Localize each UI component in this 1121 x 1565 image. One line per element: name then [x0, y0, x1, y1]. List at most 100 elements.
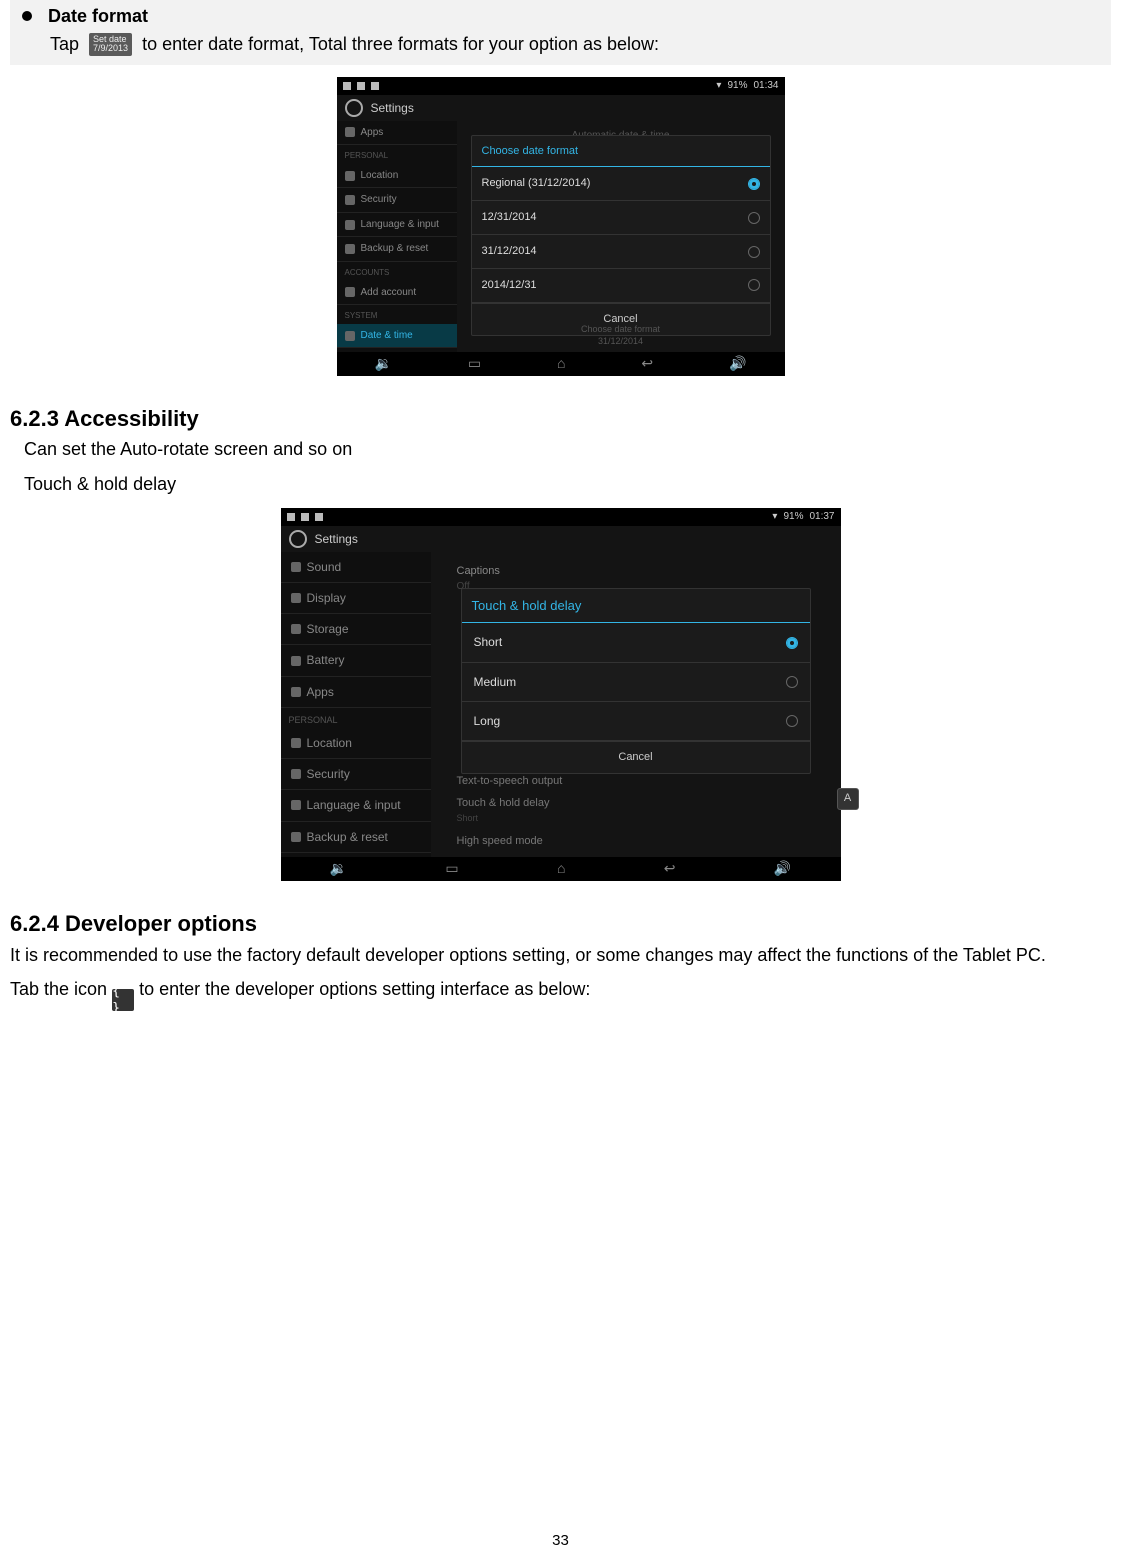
- language-icon: [291, 800, 301, 810]
- clock: 01:37: [809, 510, 834, 524]
- recent-icon[interactable]: ▭: [468, 354, 481, 373]
- dialog-cancel-button[interactable]: Cancel: [462, 741, 810, 773]
- tap-suffix: to enter date format, Total three format…: [142, 32, 659, 56]
- sidebar-header-personal: PERSONAL: [337, 145, 457, 164]
- dialog-option[interactable]: Long: [462, 702, 810, 741]
- radio-icon: [748, 178, 760, 190]
- text-624-1: It is recommended to use the factory def…: [10, 943, 1111, 967]
- sidebar-item-storage[interactable]: Storage: [281, 614, 431, 645]
- tts-row[interactable]: Text-to-speech output: [457, 770, 831, 793]
- settings-main: Captions Off Touch & hold delay Short Me…: [431, 552, 841, 857]
- status-icon: [343, 82, 351, 90]
- back-icon[interactable]: ↩: [641, 354, 653, 373]
- heading-624: 6.2.4 Developer options: [10, 909, 1111, 939]
- sidebar-header-accounts: ACCOUNTS: [337, 262, 457, 281]
- dialog-option[interactable]: 12/31/2014: [472, 201, 770, 235]
- dialog-option[interactable]: 2014/12/31: [472, 269, 770, 303]
- below-dialog-text: Choose date format 31/12/2014: [457, 323, 785, 347]
- high-speed-row[interactable]: High speed mode: [457, 830, 831, 853]
- sidebar-item-language[interactable]: Language & input: [337, 213, 457, 238]
- text-623-1: Can set the Auto-rotate screen and so on: [10, 437, 1111, 461]
- sidebar-header-personal: PERSONAL: [281, 708, 431, 728]
- display-icon: [291, 593, 301, 603]
- sidebar-item-sound[interactable]: Sound: [281, 552, 431, 583]
- section-title: Date format: [48, 4, 148, 28]
- lock-icon: [291, 769, 301, 779]
- vol-down-icon[interactable]: 🔉: [374, 354, 391, 373]
- main-below: Text-to-speech output Touch & hold delay…: [457, 770, 831, 853]
- settings-main: Automatic date & time Choose date format…: [457, 121, 785, 352]
- recent-icon[interactable]: ▭: [445, 859, 458, 878]
- status-icon: [357, 82, 365, 90]
- dialog-title: Touch & hold delay: [462, 589, 810, 624]
- sidebar-item-backup[interactable]: Backup & reset: [337, 237, 457, 262]
- date-format-dialog: Choose date format Regional (31/12/2014)…: [471, 135, 771, 336]
- sidebar-item-apps[interactable]: Apps: [281, 677, 431, 708]
- sidebar-item-location[interactable]: Location: [337, 164, 457, 189]
- wifi-icon: ▾: [716, 79, 721, 93]
- gear-icon: [289, 530, 307, 548]
- storage-icon: [291, 624, 301, 634]
- speaker-icon: [291, 562, 301, 572]
- braces-icon: { }: [112, 989, 134, 1011]
- battery-icon: [291, 656, 301, 666]
- sidebar-header-accounts: ACCOUNTS: [281, 853, 431, 857]
- sidebar-item-accessibility[interactable]: Accessibility: [337, 348, 457, 351]
- clock-icon: [345, 331, 355, 341]
- sidebar-item-apps[interactable]: Apps: [337, 121, 457, 146]
- sidebar-item-battery[interactable]: Battery: [281, 645, 431, 676]
- radio-icon: [786, 676, 798, 688]
- tap-prefix: Tap: [50, 32, 79, 56]
- app-title: Settings: [315, 531, 358, 547]
- status-bar: ▾ 91% 01:34: [337, 77, 785, 95]
- battery-pct: 91%: [727, 79, 747, 93]
- touch-hold-row[interactable]: Touch & hold delay Short: [457, 792, 831, 830]
- sidebar-item-datetime[interactable]: Date & time: [337, 324, 457, 349]
- status-icon: [371, 82, 379, 90]
- location-icon: [345, 171, 355, 181]
- language-icon: [345, 220, 355, 230]
- sidebar-item-language[interactable]: Language & input: [281, 790, 431, 821]
- location-icon: [291, 738, 301, 748]
- battery-pct: 91%: [783, 510, 803, 524]
- text-624-2: Tab the icon { } to enter the developer …: [10, 977, 1111, 1012]
- home-icon[interactable]: ⌂: [557, 859, 565, 878]
- sidebar-item-display[interactable]: Display: [281, 583, 431, 614]
- sidebar-item-security[interactable]: Security: [281, 759, 431, 790]
- vol-down-icon[interactable]: 🔉: [330, 859, 347, 878]
- plus-icon: [345, 287, 355, 297]
- sidebar-item-location[interactable]: Location: [281, 728, 431, 759]
- status-bar: ▾ 91% 01:37: [281, 508, 841, 526]
- dialog-option[interactable]: 31/12/2014: [472, 235, 770, 269]
- back-icon[interactable]: ↩: [664, 859, 676, 878]
- radio-icon: [748, 246, 760, 258]
- sidebar-item-backup[interactable]: Backup & reset: [281, 822, 431, 853]
- sidebar-item-add-account[interactable]: Add account: [337, 281, 457, 306]
- sidebar-item-security[interactable]: Security: [337, 188, 457, 213]
- nav-bar: 🔉 ▭ ⌂ ↩ 🔊: [281, 857, 841, 881]
- dialog-option[interactable]: Medium: [462, 663, 810, 702]
- page-number: 33: [0, 1531, 1121, 1551]
- nav-bar: 🔉 ▭ ⌂ ↩ 🔊: [337, 352, 785, 376]
- heading-623: 6.2.3 Accessibility: [10, 404, 1111, 434]
- touch-hold-dialog: Touch & hold delay Short Medium Long Can…: [461, 588, 811, 774]
- screenshot-date-format: ▾ 91% 01:34 Settings Apps PERSONAL Locat…: [337, 77, 785, 376]
- vol-up-icon[interactable]: 🔊: [774, 859, 791, 878]
- home-icon[interactable]: ⌂: [557, 354, 565, 373]
- apps-icon: [345, 127, 355, 137]
- radio-icon: [786, 715, 798, 727]
- vol-up-icon[interactable]: 🔊: [729, 354, 746, 373]
- dialog-option[interactable]: Short: [462, 623, 810, 662]
- app-title: Settings: [371, 100, 414, 116]
- settings-sidebar: Apps PERSONAL Location Security Language…: [337, 121, 457, 352]
- apps-icon: [291, 687, 301, 697]
- dialog-option[interactable]: Regional (31/12/2014): [472, 167, 770, 201]
- radio-icon: [786, 637, 798, 649]
- settings-sidebar: Sound Display Storage Battery Apps PERSO…: [281, 552, 431, 857]
- backup-icon: [345, 244, 355, 254]
- gear-icon: [345, 99, 363, 117]
- set-date-chip: Set date 7/9/2013: [89, 33, 132, 56]
- status-icon: [301, 513, 309, 521]
- bullet-icon: [22, 11, 32, 21]
- status-icon: [315, 513, 323, 521]
